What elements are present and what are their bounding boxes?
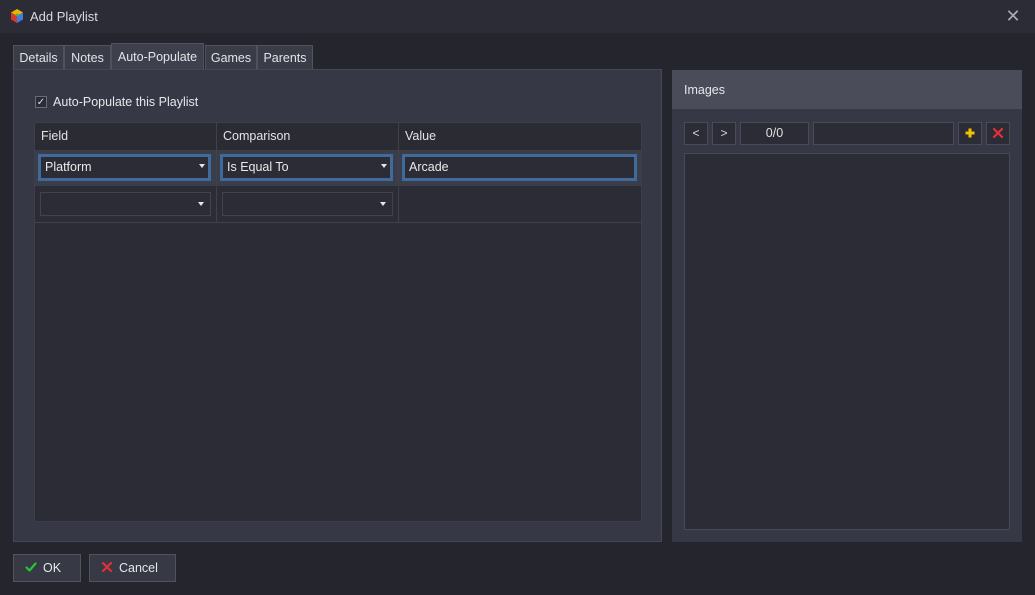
red-x-icon: [101, 561, 113, 573]
check-icon: [25, 562, 37, 572]
grid-header: Field Comparison Value: [35, 123, 641, 151]
chevron-down-icon: [381, 164, 387, 168]
tab-games[interactable]: Games: [205, 45, 257, 69]
window-title: Add Playlist: [30, 9, 98, 24]
comparison-value: Is Equal To: [227, 160, 289, 174]
tab-parents[interactable]: Parents: [257, 45, 313, 69]
cell-divider: [216, 150, 217, 186]
chevron-down-icon: [199, 164, 205, 168]
add-image-button[interactable]: [958, 122, 982, 145]
chevron-down-icon: [198, 202, 204, 206]
chevron-down-icon: [380, 202, 386, 206]
image-counter: 0/0: [740, 122, 809, 145]
comparison-dropdown[interactable]: Is Equal To: [220, 154, 393, 181]
app-logo-icon: [11, 9, 23, 23]
value-text: Arcade: [409, 160, 449, 174]
cancel-button[interactable]: Cancel: [89, 554, 176, 582]
cancel-label: Cancel: [119, 561, 158, 575]
column-header-value[interactable]: Value: [399, 123, 641, 150]
image-type-field[interactable]: [813, 122, 954, 145]
images-panel: Images < > 0/0: [672, 70, 1022, 542]
tab-notes[interactable]: Notes: [64, 45, 111, 69]
image-preview: [684, 153, 1010, 530]
field-dropdown[interactable]: [40, 192, 211, 216]
auto-populate-label: Auto-Populate this Playlist: [53, 95, 199, 109]
rule-row[interactable]: [35, 187, 641, 223]
ok-button[interactable]: OK: [13, 554, 81, 582]
rule-row[interactable]: Platform Is Equal To Arcade: [35, 150, 641, 186]
auto-populate-checkbox[interactable]: ✓: [35, 96, 47, 108]
close-icon[interactable]: ✕: [1003, 6, 1023, 26]
field-value: Platform: [45, 160, 92, 174]
previous-image-button[interactable]: <: [684, 122, 708, 145]
ok-label: OK: [43, 561, 62, 575]
value-input[interactable]: Arcade: [402, 154, 637, 181]
tab-details[interactable]: Details: [13, 45, 64, 69]
title-bar: Add Playlist ✕: [0, 0, 1035, 33]
remove-image-button[interactable]: [986, 122, 1010, 145]
cell-divider: [398, 150, 399, 186]
cell-divider: [398, 187, 399, 222]
tab-auto-populate[interactable]: Auto-Populate: [111, 43, 204, 70]
column-header-field[interactable]: Field: [35, 123, 217, 150]
red-x-icon: [992, 127, 1004, 139]
cell-divider: [216, 187, 217, 222]
next-image-button[interactable]: >: [712, 122, 736, 145]
field-dropdown[interactable]: Platform: [38, 154, 211, 181]
images-title: Images: [684, 83, 725, 97]
column-header-comparison[interactable]: Comparison: [217, 123, 399, 150]
images-panel-header: Images: [672, 70, 1022, 109]
comparison-dropdown[interactable]: [222, 192, 393, 216]
rules-grid: Field Comparison Value Platform Is Equal…: [34, 122, 642, 522]
auto-populate-panel: ✓ Auto-Populate this Playlist Field Comp…: [13, 69, 662, 542]
plus-icon: [965, 128, 975, 138]
